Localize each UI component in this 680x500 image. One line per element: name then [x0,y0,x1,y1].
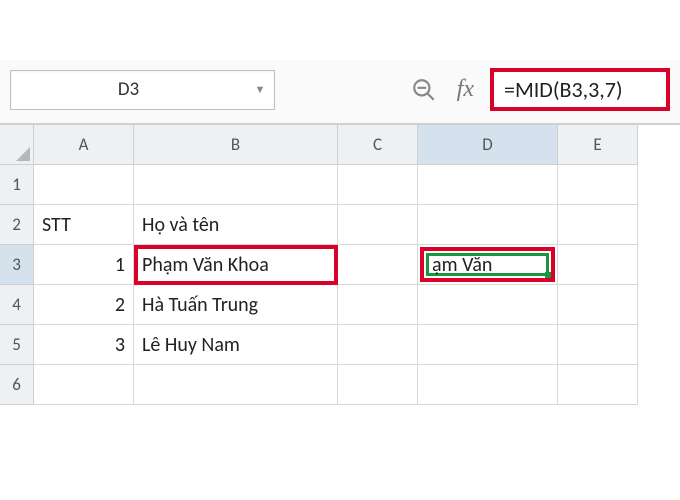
zoom-out-icon[interactable] [407,77,441,103]
fill-handle[interactable] [545,272,551,278]
cell-E2[interactable] [558,205,638,245]
fx-icon[interactable]: fx [453,76,478,103]
cell-E4[interactable] [558,285,638,325]
cell-E6[interactable] [558,365,638,405]
cell-B4[interactable]: Hà Tuấn Trung [134,285,338,325]
formula-bar-text: =MID(B3,3,7) [504,76,623,103]
cell-B6[interactable] [134,365,338,405]
cell-D2[interactable] [418,205,558,245]
cell-D3[interactable]: ạm Văn [418,245,558,285]
row-header-6[interactable]: 6 [0,365,34,405]
cell-C1[interactable] [338,165,418,205]
col-header-D[interactable]: D [418,125,558,165]
select-all-corner[interactable] [0,125,34,165]
cell-D5[interactable] [418,325,558,365]
cell-E5[interactable] [558,325,638,365]
cell-B1[interactable] [134,165,338,205]
cell-B5[interactable]: Lê Huy Nam [134,325,338,365]
cell-A1[interactable] [34,165,134,205]
ribbon-area-placeholder [0,0,680,60]
cell-A6[interactable] [34,365,134,405]
cell-A2[interactable]: STT [34,205,134,245]
cell-A5[interactable]: 3 [34,325,134,365]
cell-C4[interactable] [338,285,418,325]
chevron-down-icon[interactable]: ▼ [246,71,274,109]
cell-D1[interactable] [418,165,558,205]
cell-C2[interactable] [338,205,418,245]
name-box[interactable]: D3 ▼ [10,70,275,110]
col-header-C[interactable]: C [338,125,418,165]
row-header-2[interactable]: 2 [0,205,34,245]
row-header-1[interactable]: 1 [0,165,34,205]
cell-C3[interactable] [338,245,418,285]
cell-B2[interactable]: Họ và tên [134,205,338,245]
cell-A4[interactable]: 2 [34,285,134,325]
cell-B3[interactable]: Phạm Văn Khoa [134,245,338,285]
col-header-A[interactable]: A [34,125,134,165]
cell-C5[interactable] [338,325,418,365]
cell-D3-value: ạm Văn [426,253,492,277]
formula-toolbar: D3 ▼ fx =MID(B3,3,7) [0,60,680,124]
cell-E3[interactable] [558,245,638,285]
row-header-3[interactable]: 3 [0,245,34,285]
col-header-E[interactable]: E [558,125,638,165]
row-header-4[interactable]: 4 [0,285,34,325]
name-box-value: D3 [11,78,246,101]
cell-E1[interactable] [558,165,638,205]
formula-bar[interactable]: =MID(B3,3,7) [490,68,670,111]
cell-D4[interactable] [418,285,558,325]
row-header-5[interactable]: 5 [0,325,34,365]
cell-C6[interactable] [338,365,418,405]
cell-A3[interactable]: 1 [34,245,134,285]
spreadsheet-grid[interactable]: A B C D E 1 2 STT Họ và tên 3 1 Phạm Văn… [0,124,680,405]
col-header-B[interactable]: B [134,125,338,165]
cell-D6[interactable] [418,365,558,405]
